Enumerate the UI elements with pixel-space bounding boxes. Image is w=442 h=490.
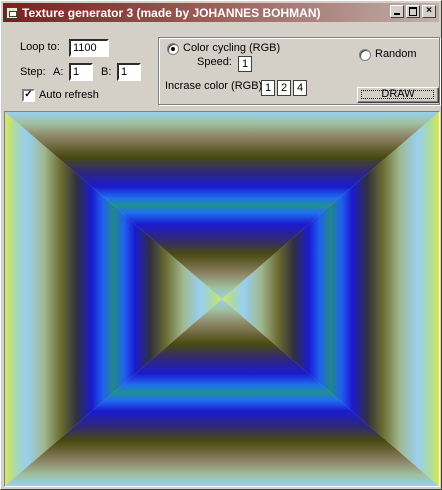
speed-input[interactable]: 1 bbox=[238, 56, 252, 72]
increase-color-label: Incrase color (RGB) bbox=[165, 80, 263, 92]
increase-r-input[interactable]: 1 bbox=[261, 80, 275, 96]
random-radio[interactable] bbox=[359, 49, 371, 61]
step-b-label: B: bbox=[101, 66, 112, 78]
window-controls: × bbox=[388, 5, 436, 18]
auto-refresh-label: Auto refresh bbox=[39, 89, 99, 101]
texture-canvas[interactable] bbox=[4, 111, 440, 487]
close-button[interactable]: × bbox=[422, 5, 436, 18]
auto-refresh-checkbox[interactable]: ✓ bbox=[22, 89, 35, 102]
step-label: Step: bbox=[20, 66, 46, 78]
step-a-input[interactable]: 1 bbox=[69, 63, 93, 81]
minimize-button[interactable] bbox=[390, 5, 404, 18]
loop-input[interactable]: 1100 bbox=[69, 39, 109, 57]
maximize-button[interactable] bbox=[406, 5, 420, 18]
speed-label: Speed: bbox=[197, 56, 232, 68]
draw-button-focus bbox=[361, 90, 434, 99]
step-b-input[interactable]: 1 bbox=[117, 63, 141, 81]
increase-b-input[interactable]: 4 bbox=[293, 80, 307, 96]
color-cycling-label: Color cycling (RGB) bbox=[183, 42, 281, 54]
title-bar[interactable]: Texture generator 3 (made by JOHANNES BO… bbox=[3, 3, 439, 22]
app-window: Texture generator 3 (made by JOHANNES BO… bbox=[0, 0, 442, 490]
draw-button[interactable]: DRAW bbox=[357, 87, 439, 103]
app-icon bbox=[6, 6, 18, 19]
window-title: Texture generator 3 (made by JOHANNES BO… bbox=[22, 5, 321, 20]
step-a-label: A: bbox=[53, 66, 64, 78]
texture-image bbox=[5, 112, 439, 486]
increase-g-input[interactable]: 2 bbox=[277, 80, 291, 96]
random-label: Random bbox=[375, 48, 417, 60]
color-cycling-radio[interactable] bbox=[167, 43, 179, 55]
loop-label: Loop to: bbox=[20, 41, 60, 53]
